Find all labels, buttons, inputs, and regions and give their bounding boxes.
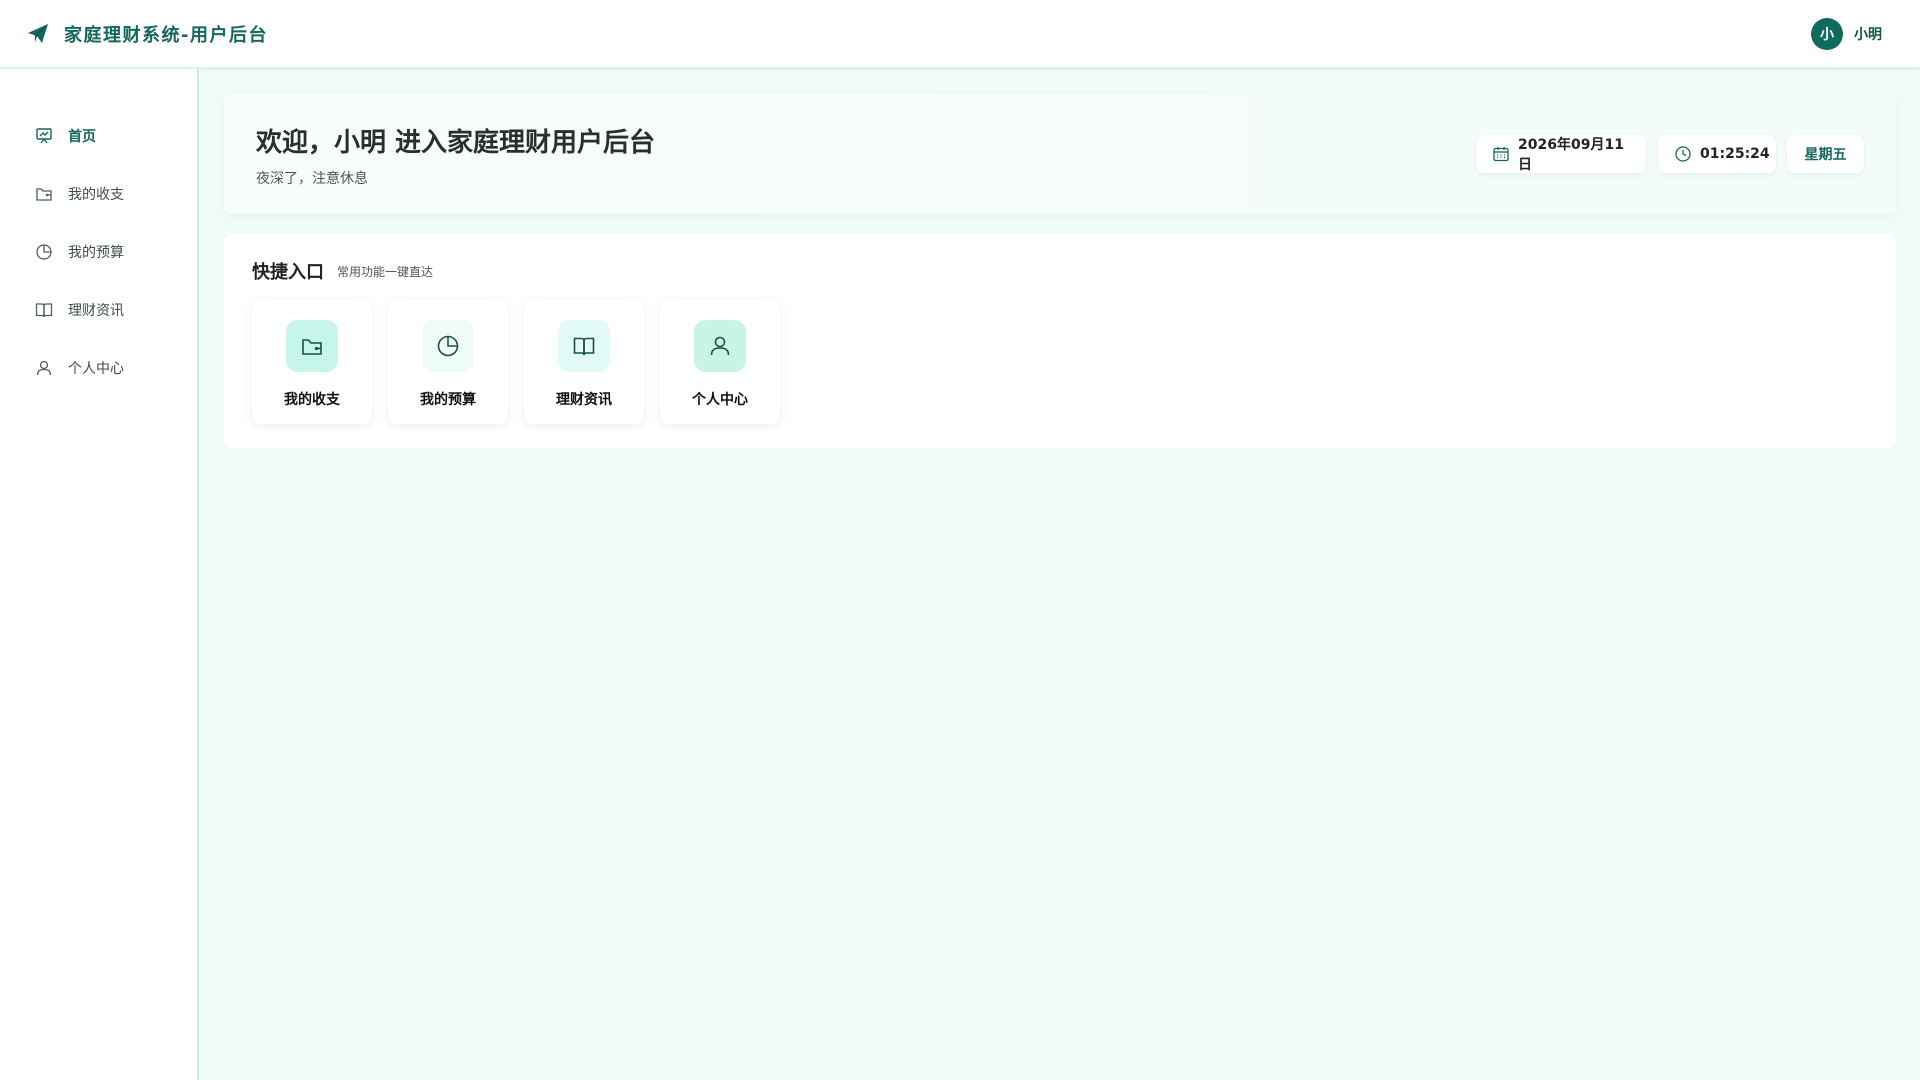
tile-label: 理财资讯 (556, 392, 612, 408)
tile-icon-box (694, 320, 746, 372)
date-text: 2026年09月11日 (1518, 137, 1624, 173)
time-text: 01:25:24 (1700, 146, 1770, 162)
sidebar-item-income-expense[interactable]: 我的收支 (0, 174, 197, 214)
avatar[interactable]: 小 (1811, 18, 1843, 50)
tile-label: 我的预算 (420, 392, 476, 408)
book-icon (34, 300, 54, 320)
user-menu[interactable]: 小 小明 (1811, 18, 1882, 50)
weekday-badge: 星期五 (1787, 135, 1864, 173)
book-icon (571, 333, 597, 359)
sidebar-item-budget[interactable]: 我的预算 (0, 232, 197, 272)
tile-icon-box (558, 320, 610, 372)
sidebar-item-label: 首页 (68, 129, 96, 145)
welcome-card: 欢迎，小明 进入家庭理财用户后台 夜深了，注意休息 2026年09月11日 01… (224, 94, 1896, 214)
sidebar-item-news[interactable]: 理财资讯 (0, 290, 197, 330)
calendar-icon (1492, 145, 1510, 163)
paper-plane-icon (26, 22, 50, 46)
tile-label: 我的收支 (284, 392, 340, 408)
sidebar-item-label: 理财资讯 (68, 303, 124, 319)
quick-tile-profile[interactable]: 个人中心 (660, 300, 780, 424)
tile-label: 个人中心 (692, 392, 748, 408)
welcome-subtitle: 夜深了，注意休息 (256, 171, 368, 187)
tile-icon-box (286, 320, 338, 372)
sidebar-item-profile[interactable]: 个人中心 (0, 348, 197, 388)
user-name[interactable]: 小明 (1854, 24, 1882, 44)
date-badge: 2026年09月11日 (1476, 135, 1646, 173)
sidebar-item-label: 个人中心 (68, 361, 124, 377)
tile-icon-box (422, 320, 474, 372)
quick-tile-income-expense[interactable]: 我的收支 (252, 300, 372, 424)
welcome-title: 欢迎，小明 进入家庭理财用户后台 (256, 128, 656, 158)
wallet-icon (34, 184, 54, 204)
wallet-icon (299, 333, 325, 359)
time-badge: 01:25:24 (1658, 135, 1776, 173)
quick-tile-news[interactable]: 理财资讯 (524, 300, 644, 424)
clock-icon (1674, 145, 1692, 163)
user-icon (707, 333, 733, 359)
weekday-text: 星期五 (1804, 147, 1847, 163)
sidebar-item-label: 我的收支 (68, 187, 124, 203)
sidebar-item-home[interactable]: 首页 (0, 116, 197, 156)
quick-access-card: 快捷入口 常用功能一键直达 我的收支 我的预算 理财资讯 个人中心 (224, 234, 1896, 448)
app-title: 家庭理财系统-用户后台 (64, 24, 268, 46)
sidebar: 首页 我的收支 我的预算 理财资讯 个人中心 (0, 69, 199, 1080)
top-bar: 家庭理财系统-用户后台 小 小明 (0, 0, 1920, 69)
user-icon (34, 358, 54, 378)
quick-access-subtitle: 常用功能一键直达 (337, 265, 434, 279)
sidebar-item-label: 我的预算 (68, 245, 124, 261)
quick-tile-budget[interactable]: 我的预算 (388, 300, 508, 424)
pie-chart-icon (34, 242, 54, 262)
brand[interactable]: 家庭理财系统-用户后台 (26, 21, 268, 47)
presentation-icon (34, 126, 54, 146)
quick-access-title: 快捷入口 (252, 262, 324, 283)
pie-chart-icon (435, 333, 461, 359)
